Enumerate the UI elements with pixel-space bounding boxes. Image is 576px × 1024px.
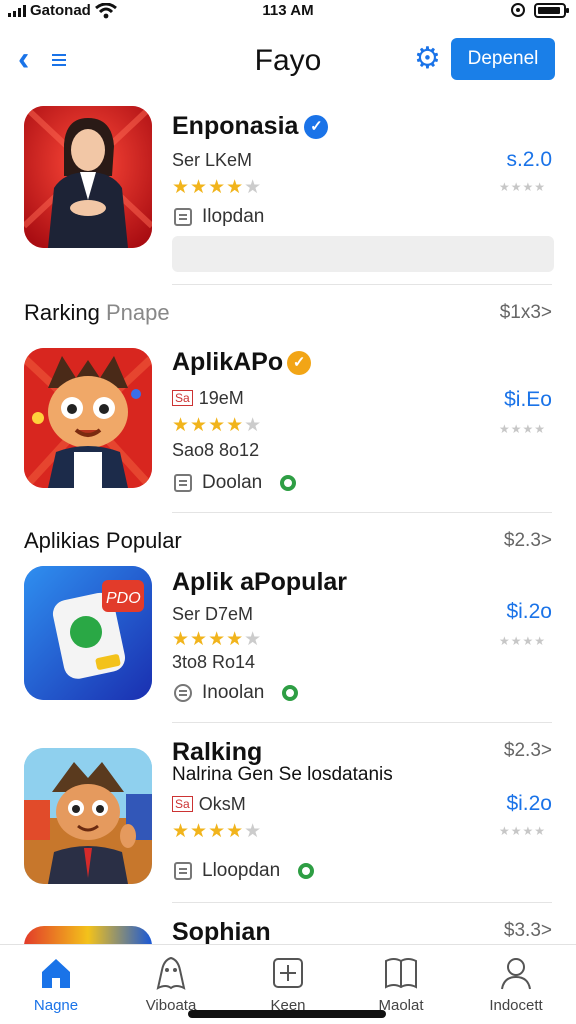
location-pin-icon (282, 685, 299, 701)
nav-bar: ‹ Fayo ⚙ Depenel (0, 36, 576, 86)
app-icon[interactable]: PDO (24, 566, 152, 700)
home-icon (16, 953, 96, 993)
tab-home[interactable]: Nagne (16, 953, 96, 1014)
tab-viboata[interactable]: Viboata (131, 953, 211, 1014)
tab-indocett[interactable]: Indocett (476, 953, 556, 1014)
depenel-button[interactable]: Depenel (451, 38, 555, 80)
app-icon[interactable] (24, 348, 152, 488)
featured-app[interactable]: Enponasia ✓ Ser LKeM ★★★★★ Ilopdan s.2.0 … (0, 106, 576, 276)
price-label[interactable]: $i.2o (506, 600, 552, 624)
app-row[interactable]: Ralking Nalrina Gen Se losdatanis Sa OksM… (0, 738, 576, 898)
rating-stars: ★★★★★ (172, 821, 263, 842)
featured-app-name[interactable]: Enponasia ✓ (172, 112, 329, 141)
mini-rating: ★★★★ (498, 422, 546, 436)
download-icon (174, 208, 192, 226)
section-title-light: Pnape (105, 300, 170, 325)
battery-icon (534, 2, 569, 18)
age-tag: Sa (172, 796, 193, 812)
status-bar: Gatonad 113 AM (0, 0, 576, 24)
rating-stars: ★★★★★ (172, 629, 263, 650)
app-subtitle: Sa 19eM (172, 388, 244, 409)
app-description: Nalrina Gen Se losdatanis (172, 764, 393, 785)
app-name-label: AplikAPo (172, 348, 284, 376)
tab-maolat[interactable]: Maolat (361, 953, 441, 1014)
app-subtitle: Sa OksM (172, 794, 246, 815)
rating-stars: ★★★★★ (172, 415, 263, 436)
download-icon (174, 684, 192, 702)
location-pin-icon (298, 863, 315, 879)
download-label: Ilopdan (202, 206, 265, 227)
app-icon-featured[interactable] (24, 106, 152, 248)
clock: 113 AM (262, 2, 314, 19)
add-box-icon (248, 953, 328, 993)
download-icon (174, 862, 192, 880)
app-row[interactable]: Sophian $3.3> (0, 918, 576, 944)
app-icon[interactable] (24, 926, 152, 944)
section-title-main: Aplikias Popular (24, 528, 182, 553)
mini-rating: ★★★★ (498, 180, 546, 194)
book-icon (361, 953, 441, 993)
section-popular-title: Aplikias Popular (24, 528, 182, 554)
divider (172, 722, 552, 723)
app-extra: 3to8 Ro14 (172, 652, 256, 672)
progress-bar (172, 236, 554, 272)
rating-stars: ★★★★★ (172, 177, 263, 198)
price-label[interactable]: $i.2o (506, 792, 552, 816)
tab-label: Indocett (489, 997, 543, 1014)
download-row[interactable]: Inoolan (174, 682, 299, 704)
svg-text:PDO: PDO (106, 590, 141, 607)
download-row[interactable]: Ilopdan (174, 206, 264, 228)
mini-rating: ★★★★ (498, 824, 546, 838)
see-more-link[interactable]: $3.3> (504, 920, 552, 942)
verified-icon: ✓ (304, 115, 329, 139)
badge-icon: ✓ (287, 351, 312, 375)
app-row[interactable]: PDO Aplik aPopular Ser D7eM ★★★★★ 3to8 R… (0, 566, 576, 716)
home-indicator[interactable] (188, 1010, 386, 1018)
price-label[interactable]: s.2.0 (506, 148, 552, 172)
location-pin-icon (280, 475, 297, 491)
download-icon (174, 474, 192, 492)
download-label: Doolan (202, 472, 263, 493)
featured-subtitle: Ser LKeM (172, 150, 253, 170)
section-title-main: Rarking (24, 300, 100, 325)
location-icon (511, 3, 525, 17)
app-subtitle: Ser D7eM (172, 604, 254, 624)
see-more-link[interactable]: $2.3> (504, 530, 552, 552)
download-row[interactable]: Doolan (174, 472, 297, 494)
see-more-link[interactable]: $2.3> (504, 740, 552, 762)
app-extra: Sao8 8o12 (172, 440, 260, 460)
app-name[interactable]: AplikAPo ✓ (172, 348, 312, 377)
tab-label: Nagne (33, 997, 79, 1014)
section-ranking-title: Rarking Pnape (24, 300, 170, 326)
character-icon (131, 953, 211, 993)
tab-keen[interactable]: Keen (248, 953, 328, 1014)
download-label: Inoolan (202, 682, 265, 703)
app-name[interactable]: Aplik aPopular (172, 568, 347, 597)
age-tag: Sa (172, 390, 193, 406)
app-subtitle-text: OksM (198, 794, 246, 814)
download-label: Lloopdan (202, 860, 281, 881)
app-icon[interactable] (24, 748, 152, 884)
divider (172, 902, 552, 903)
divider (172, 284, 552, 285)
featured-name-label: Enponasia (172, 112, 299, 140)
gear-icon[interactable]: ⚙ (414, 44, 441, 74)
app-name[interactable]: Sophian (172, 918, 271, 944)
app-row[interactable]: AplikAPo ✓ Sa 19eM ★★★★★ Sao8 8o12 Doolan … (0, 348, 576, 498)
download-row[interactable]: Lloopdan (174, 860, 315, 882)
see-more-link[interactable]: $1x3> (500, 302, 552, 324)
price-label[interactable]: $i.Eo (504, 388, 552, 412)
divider (172, 512, 552, 513)
app-name[interactable]: Ralking (172, 738, 262, 767)
mini-rating: ★★★★ (498, 634, 546, 648)
app-subtitle-text: 19eM (198, 388, 244, 408)
profile-icon (476, 953, 556, 993)
